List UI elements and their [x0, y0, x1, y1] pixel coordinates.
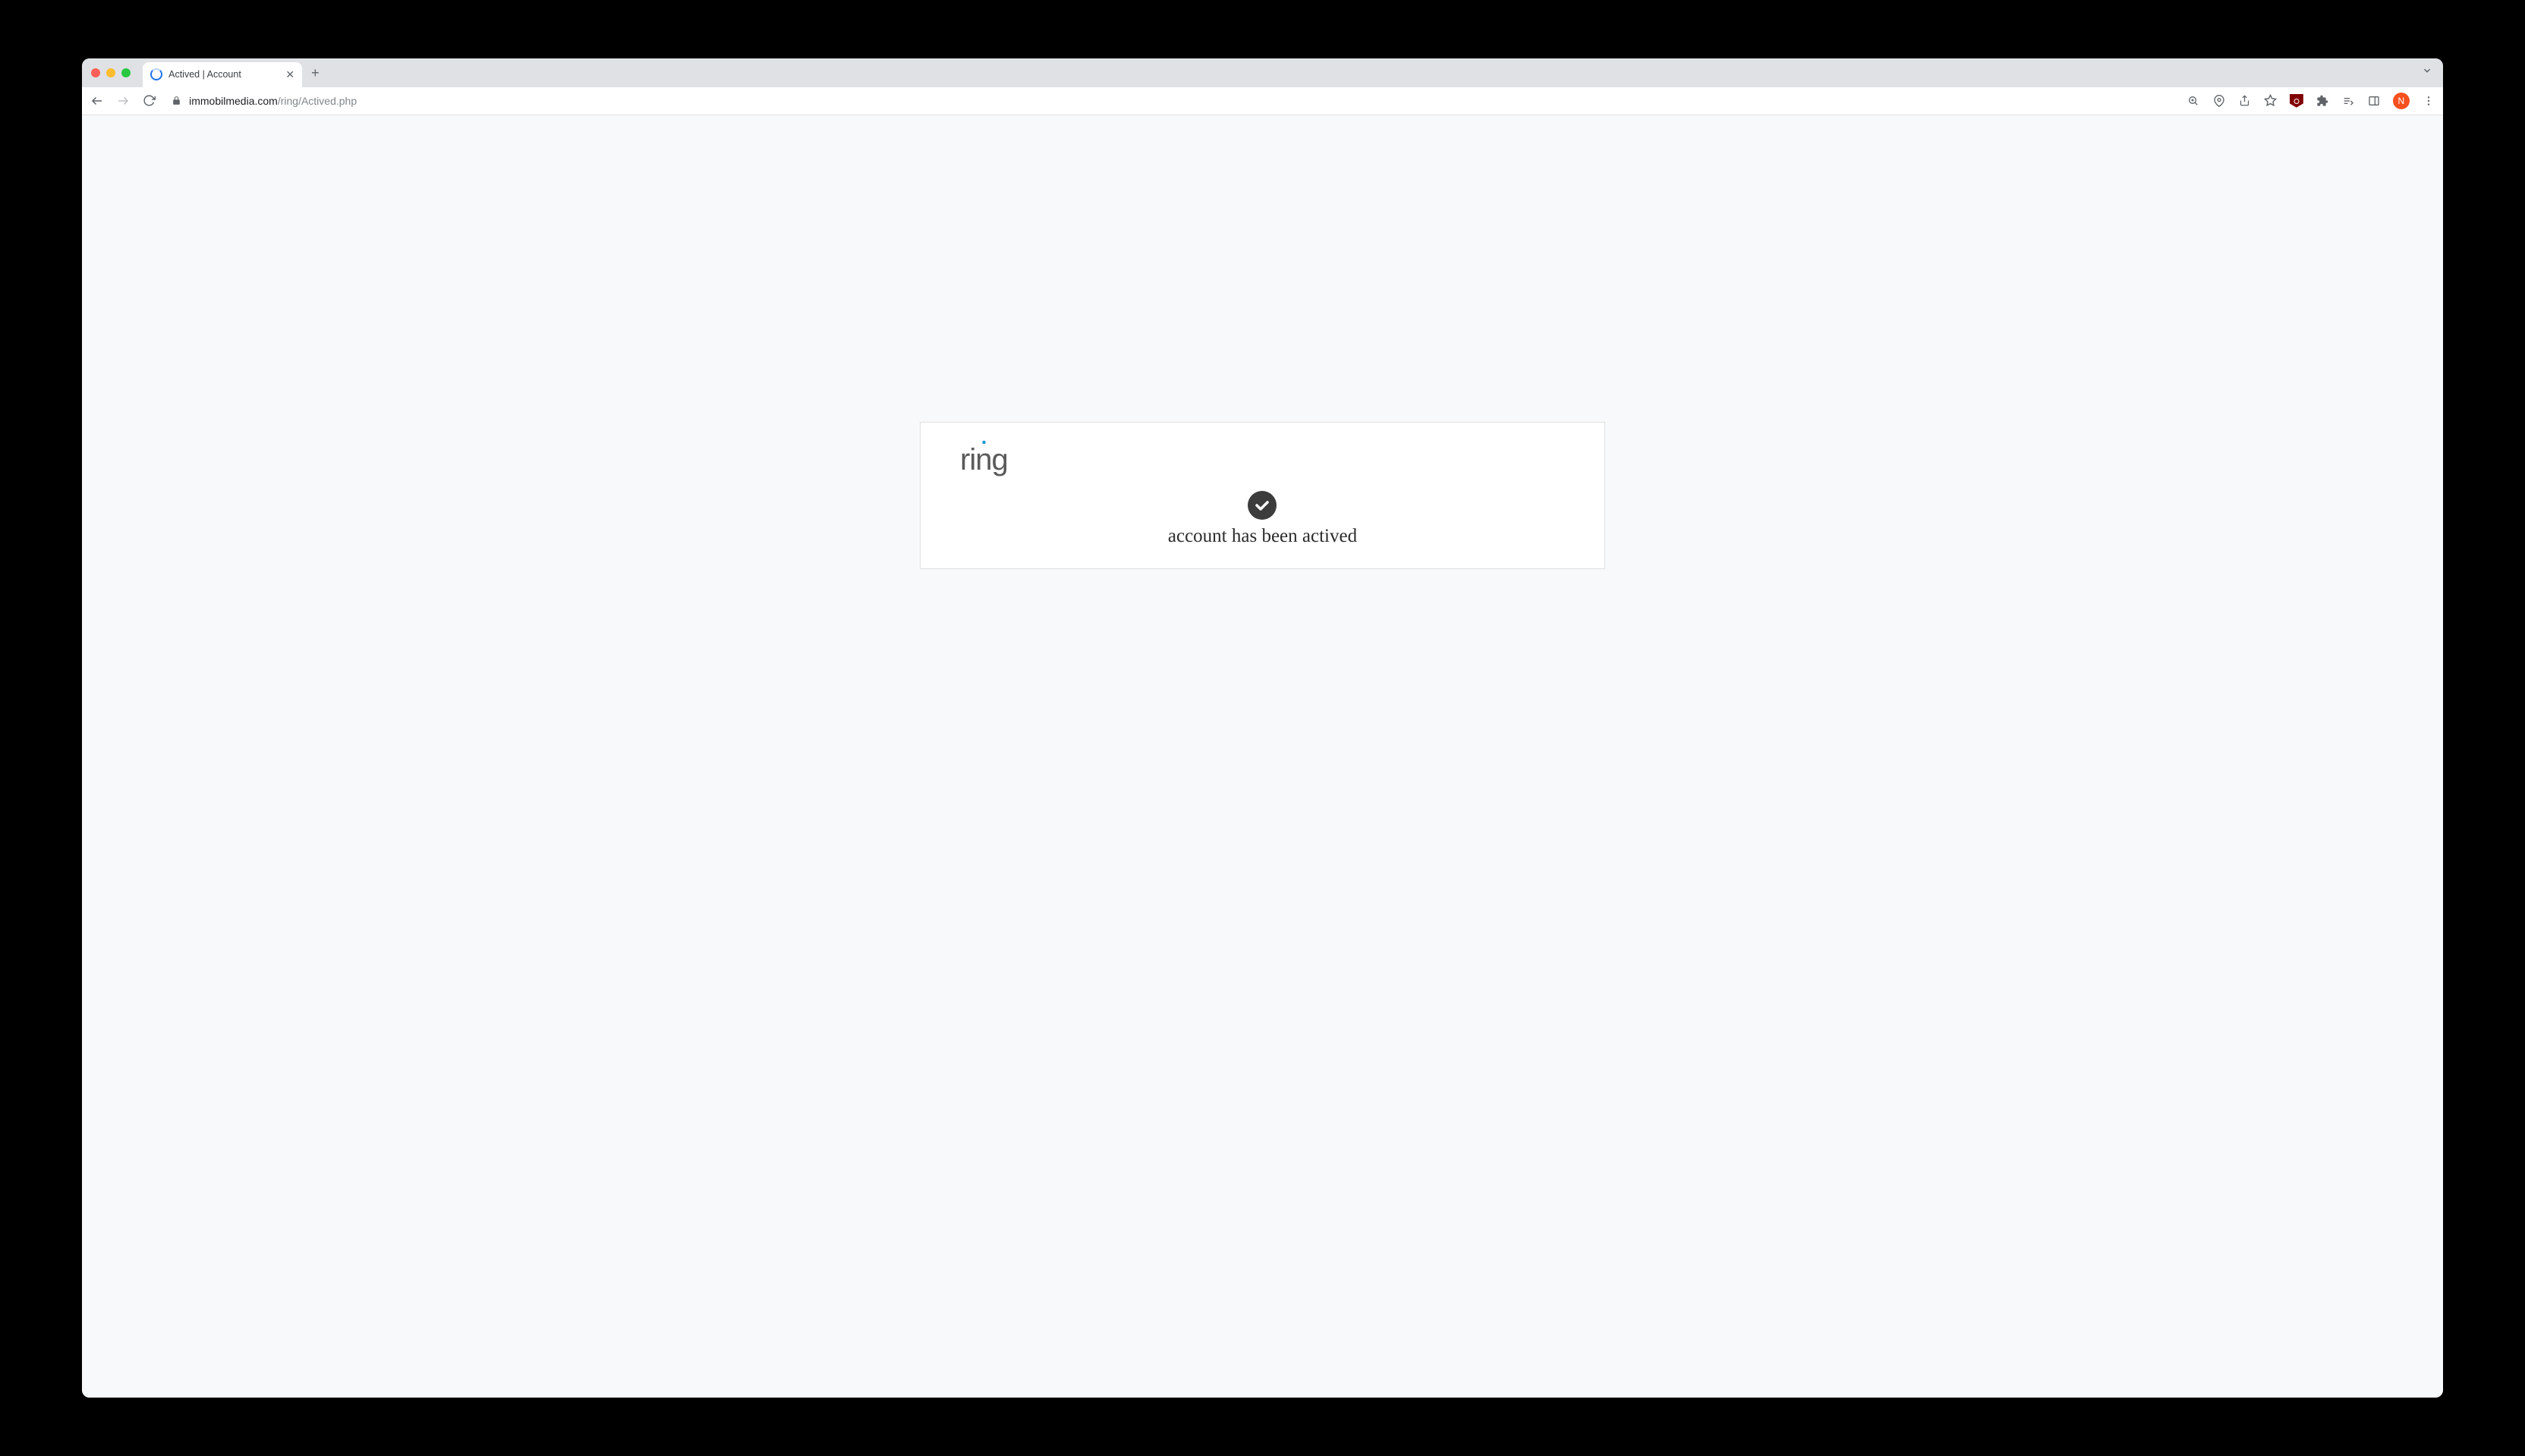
- new-tab-button[interactable]: +: [311, 66, 320, 80]
- reload-button[interactable]: [141, 93, 156, 108]
- tab-strip: Actived | Account ✕ +: [82, 58, 2443, 87]
- tab-title: Actived | Account: [168, 69, 279, 80]
- url-path: /ring/Actived.php: [278, 95, 357, 107]
- check-icon-wrap: [943, 491, 1581, 520]
- svg-text:ring: ring: [960, 443, 1008, 476]
- bookmark-star-icon[interactable]: [2264, 94, 2278, 108]
- status-message: account has been actived: [943, 526, 1581, 547]
- browser-window: Actived | Account ✕ + immobilmedia.com/r…: [82, 58, 2443, 1398]
- avatar-initial: N: [2398, 96, 2405, 106]
- ring-logo: ring: [960, 439, 1581, 477]
- loading-spinner-icon: [150, 68, 162, 80]
- close-tab-button[interactable]: ✕: [285, 69, 294, 80]
- menu-button[interactable]: [2422, 94, 2435, 108]
- window-controls: [91, 68, 131, 77]
- toolbar-right: N: [2187, 93, 2435, 109]
- location-icon[interactable]: [2212, 94, 2226, 108]
- profile-avatar[interactable]: N: [2393, 93, 2410, 109]
- close-window-button[interactable]: [91, 68, 100, 77]
- extensions-icon[interactable]: [2316, 94, 2329, 108]
- url-domain: immobilmedia.com: [189, 95, 278, 107]
- share-icon[interactable]: [2238, 94, 2252, 108]
- activation-card: ring account has been actived: [920, 422, 1604, 569]
- side-panel-icon[interactable]: [2367, 94, 2381, 108]
- back-button[interactable]: [90, 93, 105, 108]
- zoom-icon[interactable]: [2187, 94, 2200, 108]
- toolbar: immobilmedia.com/ring/Actived.php: [82, 87, 2443, 115]
- page-content: ring account has been actived: [82, 115, 2443, 1398]
- tabs-dropdown-button[interactable]: [2422, 65, 2432, 80]
- lock-icon: [172, 96, 181, 105]
- url-text: immobilmedia.com/ring/Actived.php: [189, 95, 357, 107]
- checkmark-icon: [1248, 491, 1277, 520]
- ublock-extension-icon[interactable]: [2290, 94, 2303, 108]
- forward-button[interactable]: [115, 93, 131, 108]
- reading-list-icon[interactable]: [2341, 94, 2355, 108]
- minimize-window-button[interactable]: [106, 68, 115, 77]
- address-bar[interactable]: immobilmedia.com/ring/Actived.php: [167, 95, 2176, 107]
- maximize-window-button[interactable]: [121, 68, 131, 77]
- browser-tab[interactable]: Actived | Account ✕: [143, 62, 302, 87]
